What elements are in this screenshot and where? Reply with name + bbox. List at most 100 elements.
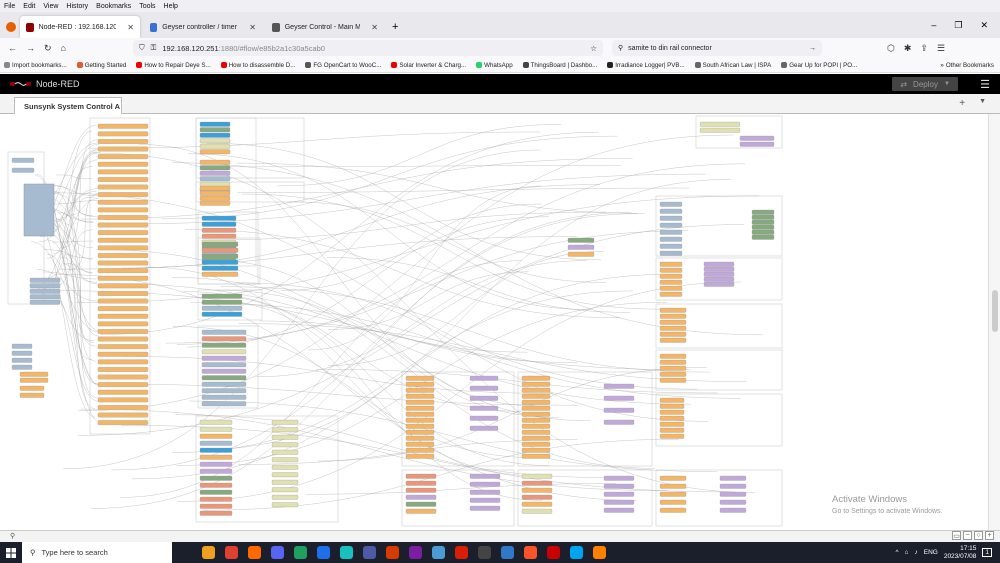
flow-node[interactable] <box>659 291 683 297</box>
flow-node[interactable] <box>97 275 149 281</box>
flow-node[interactable] <box>603 383 635 389</box>
taskbar-app-icon[interactable] <box>593 546 606 559</box>
flow-node[interactable] <box>659 208 683 214</box>
flow-node[interactable] <box>97 245 149 251</box>
menu-bookmarks[interactable]: Bookmarks <box>96 3 131 10</box>
flow-node[interactable] <box>405 411 435 417</box>
flow-node[interactable] <box>201 305 243 311</box>
taskbar-app-icon[interactable] <box>524 546 537 559</box>
flow-node[interactable] <box>659 507 687 513</box>
flow-node[interactable] <box>405 441 435 447</box>
flow-node[interactable] <box>659 377 687 383</box>
menu-edit[interactable]: Edit <box>23 3 35 10</box>
flow-node[interactable] <box>199 176 231 182</box>
flow-node[interactable] <box>521 375 551 381</box>
flow-node[interactable] <box>199 496 233 502</box>
flow-node[interactable] <box>521 381 551 387</box>
flow-node[interactable] <box>751 234 775 240</box>
flow-node[interactable] <box>719 499 747 505</box>
go-arrow-icon[interactable]: → <box>809 45 816 52</box>
shield-icon[interactable]: ⛉ <box>139 43 145 53</box>
flow-node[interactable] <box>719 483 747 489</box>
flow-node[interactable] <box>405 473 437 479</box>
flow-node[interactable] <box>97 131 149 137</box>
flow-node[interactable] <box>521 453 551 459</box>
flow-node[interactable] <box>751 214 775 220</box>
flow-node[interactable] <box>469 425 499 431</box>
flow-node[interactable] <box>97 306 149 312</box>
flow-node[interactable] <box>271 457 299 463</box>
flow-node[interactable] <box>97 139 149 144</box>
flow-node[interactable] <box>703 281 735 287</box>
flow-node[interactable] <box>97 222 149 228</box>
bookmark-item[interactable]: Getting Started <box>76 62 126 69</box>
flow-node[interactable] <box>199 510 233 516</box>
flow-node[interactable] <box>699 127 741 133</box>
flow-node[interactable] <box>19 371 49 377</box>
network-icon[interactable]: ⌂ <box>905 549 909 556</box>
taskbar-app-icon[interactable] <box>478 546 491 559</box>
flow-node[interactable] <box>405 508 437 514</box>
flow-node[interactable] <box>29 288 61 294</box>
flow-node[interactable] <box>659 365 687 371</box>
flow-node[interactable] <box>521 487 553 493</box>
vertical-scrollbar[interactable] <box>988 114 1000 530</box>
flow-node[interactable] <box>199 159 231 165</box>
flow-node[interactable] <box>97 161 149 167</box>
flow-node[interactable] <box>97 313 149 319</box>
flow-node[interactable] <box>97 207 149 213</box>
flow-node[interactable] <box>11 364 33 370</box>
flow-node[interactable] <box>97 177 149 182</box>
flow-node[interactable] <box>659 285 683 291</box>
taskbar-app-icon[interactable] <box>202 546 215 559</box>
flow-node[interactable] <box>19 377 49 383</box>
flow-node[interactable] <box>201 401 247 407</box>
flow-node[interactable] <box>659 201 683 207</box>
other-bookmarks[interactable]: » Other Bookmarks <box>940 62 994 69</box>
flow-node[interactable] <box>201 293 243 299</box>
flow-node[interactable] <box>97 192 149 198</box>
flow-node[interactable] <box>521 423 551 429</box>
flow-node[interactable] <box>659 475 687 481</box>
flow-node[interactable] <box>469 489 501 495</box>
home-icon[interactable]: ⌂ <box>61 43 66 53</box>
flow-node[interactable] <box>271 487 299 493</box>
flow-node[interactable] <box>469 395 499 401</box>
flow-node[interactable] <box>469 415 499 421</box>
flow-node[interactable] <box>521 399 551 405</box>
flow-node[interactable] <box>97 298 149 304</box>
flow-node[interactable] <box>97 374 149 380</box>
flow-node[interactable] <box>659 491 687 497</box>
flow-node[interactable] <box>199 475 233 481</box>
flow-node[interactable] <box>97 351 149 357</box>
flow-node[interactable] <box>659 483 687 489</box>
flow-node[interactable] <box>97 389 149 395</box>
flow-node[interactable] <box>659 267 683 273</box>
flow-node[interactable] <box>199 181 231 187</box>
flow-node[interactable] <box>659 371 687 377</box>
flow-node[interactable] <box>659 331 687 337</box>
flow-node[interactable] <box>201 247 239 253</box>
flow-node[interactable] <box>97 184 149 190</box>
back-icon[interactable]: ← <box>8 43 17 53</box>
flow-node[interactable] <box>271 442 299 448</box>
flow-node[interactable] <box>201 241 239 247</box>
star-icon[interactable]: ☆ <box>590 44 597 53</box>
flow-node[interactable] <box>659 325 687 331</box>
volume-icon[interactable]: ♪ <box>914 549 917 556</box>
close-icon[interactable]: ✕ <box>127 23 134 32</box>
flow-node[interactable] <box>199 190 231 196</box>
flow-node[interactable] <box>603 483 635 489</box>
flow-node[interactable] <box>405 393 435 399</box>
flow-node[interactable] <box>603 395 635 401</box>
flow-node[interactable] <box>405 447 435 453</box>
flow-node[interactable] <box>521 501 553 507</box>
share-icon[interactable]: ⇪ <box>920 43 928 54</box>
flow-node[interactable] <box>271 479 299 485</box>
flow-node[interactable] <box>751 229 775 235</box>
flow-node[interactable] <box>29 299 61 305</box>
flow-node[interactable] <box>405 387 435 393</box>
flow-node[interactable] <box>469 497 501 503</box>
flow-node[interactable] <box>659 273 683 279</box>
flow-node[interactable] <box>659 397 685 403</box>
